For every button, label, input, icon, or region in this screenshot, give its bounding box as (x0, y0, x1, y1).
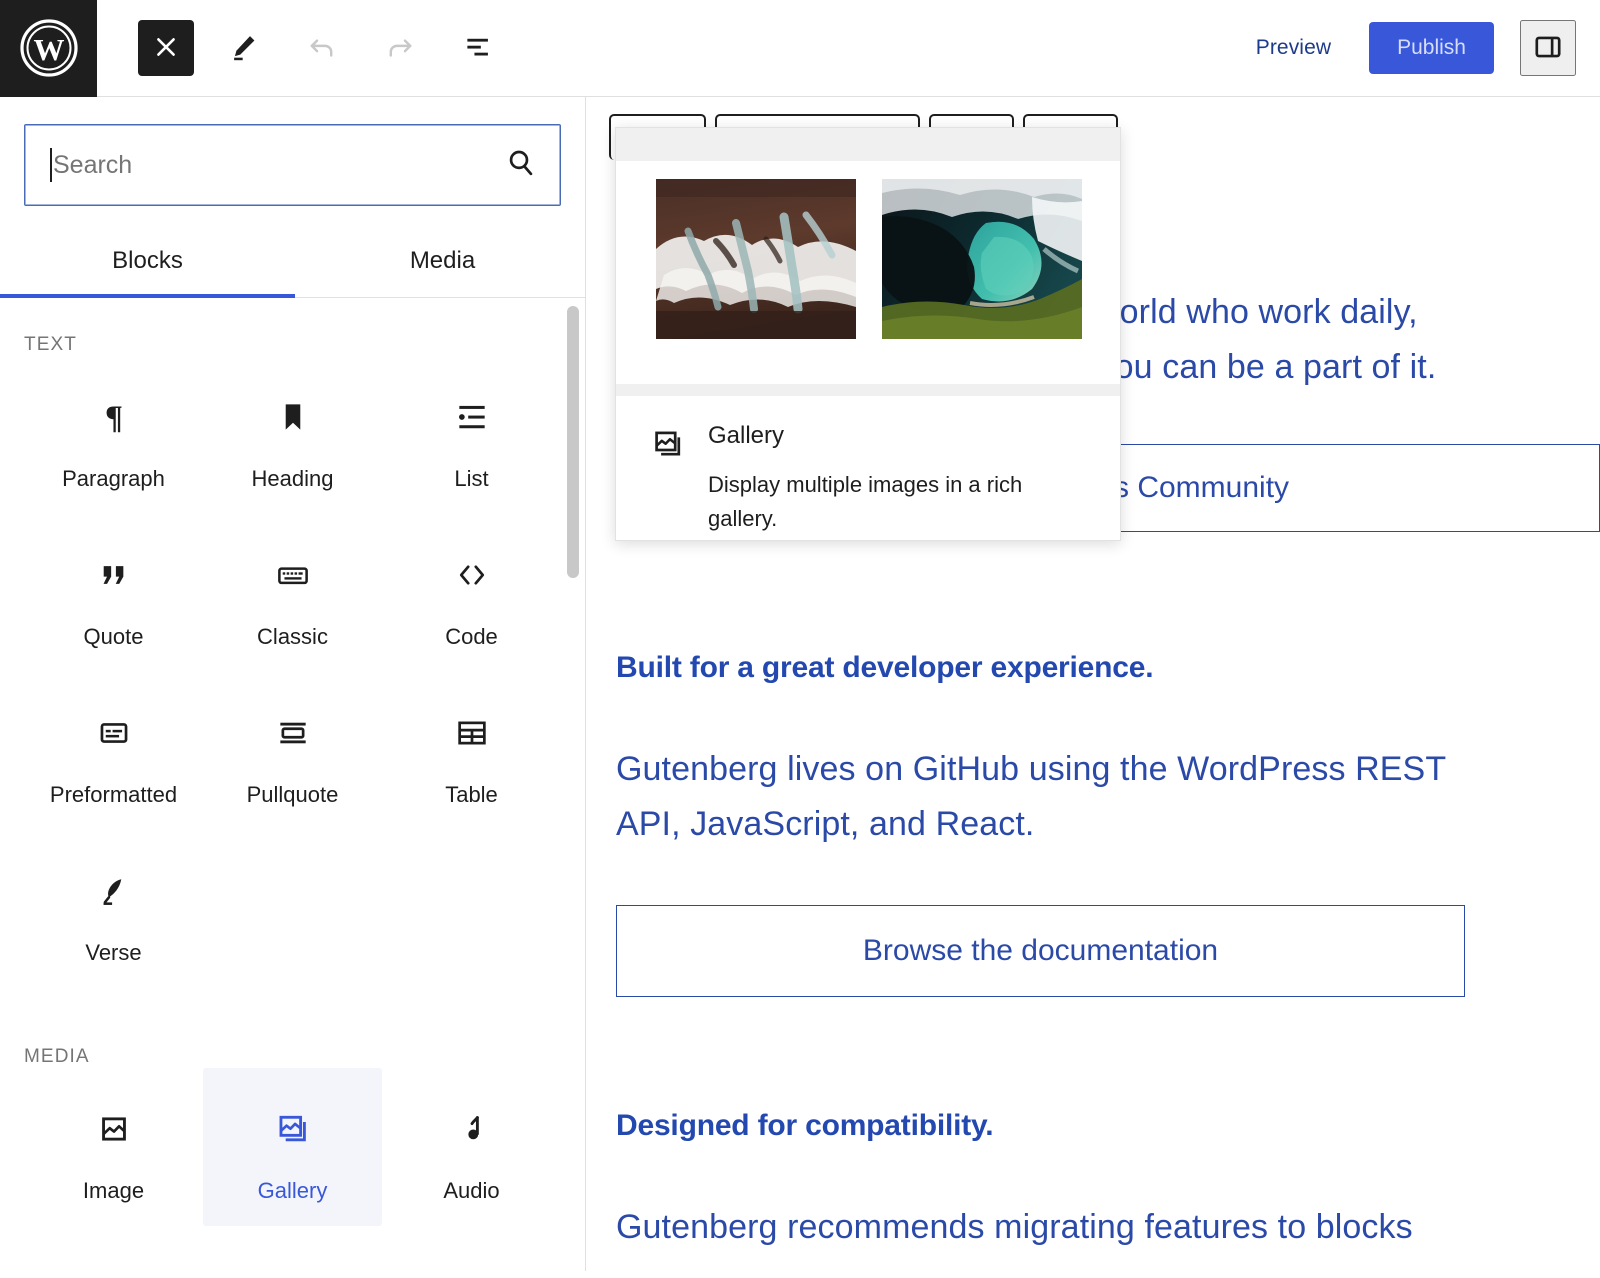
browse-documentation-button[interactable]: Browse the documentation (616, 905, 1465, 997)
block-item-label: Code (445, 624, 498, 650)
search-input[interactable]: Search (24, 124, 561, 206)
block-item-quote[interactable]: Quote (24, 514, 203, 672)
verse-feather-icon (95, 866, 133, 916)
editor-tool-group (97, 20, 506, 76)
inserter-scrollbar[interactable] (567, 298, 579, 1278)
popover-top-band (616, 128, 1120, 161)
bulleted-list-icon (453, 392, 491, 442)
svg-text:¶: ¶ (105, 399, 123, 436)
text-caret (50, 148, 52, 182)
block-grid-text: ¶ Paragraph Heading (0, 356, 585, 988)
block-item-audio[interactable]: Audio (382, 1068, 561, 1226)
sidebar-panel-icon (1532, 31, 1564, 66)
paragraph-pilcrow-icon: ¶ (95, 392, 133, 442)
close-inserter-button[interactable] (138, 20, 194, 76)
svg-text:W: W (33, 32, 64, 67)
table-grid-icon (453, 708, 491, 758)
pencil-edit-icon (228, 31, 260, 66)
section-label-media: MEDIA (0, 988, 585, 1068)
audio-note-icon (453, 1104, 491, 1154)
block-list-scroll-area: TEXT ¶ Paragraph Heading (0, 298, 585, 1278)
block-item-label: Pullquote (247, 782, 339, 808)
satellite-glacier-mountains-thumbnail (656, 179, 856, 339)
developer-body-line-2[interactable]: API, JavaScript, and React. (616, 797, 1034, 852)
community-paragraph-line-1[interactable]: world who work daily, (1095, 285, 1418, 340)
block-item-label: Paragraph (62, 466, 165, 492)
search-placeholder: Search (25, 151, 132, 180)
block-grid-media: Image Gallery (0, 1068, 585, 1226)
heading-bookmark-icon (274, 392, 312, 442)
heading-designed-compatibility[interactable]: Designed for compatibility. (616, 1109, 993, 1143)
compatibility-body-line-1[interactable]: Gutenberg recommends migrating features … (616, 1200, 1413, 1255)
image-icon (95, 1104, 133, 1154)
block-item-verse[interactable]: Verse (24, 830, 203, 988)
inserter-tabs: Blocks Media (0, 233, 585, 298)
block-item-code[interactable]: Code (382, 514, 561, 672)
gallery-icon (650, 422, 686, 536)
close-x-icon (153, 34, 179, 63)
wordpress-logo-button[interactable]: W (0, 0, 97, 97)
search-magnifier-icon (504, 146, 538, 185)
popover-block-description: Display multiple images in a rich galler… (708, 468, 1053, 536)
editor-top-bar: W (0, 0, 1600, 97)
block-item-label: Image (83, 1178, 144, 1204)
block-item-image[interactable]: Image (24, 1068, 203, 1226)
block-item-table[interactable]: Table (382, 672, 561, 830)
undo-arrow-icon (305, 30, 339, 67)
preformatted-icon (95, 708, 133, 758)
block-inserter-panel: Search Blocks Media TEXT ¶ Paragraph (0, 97, 586, 1271)
block-item-pullquote[interactable]: Pullquote (203, 672, 382, 830)
redo-arrow-icon (383, 30, 417, 67)
publish-button[interactable]: Publish (1369, 22, 1494, 74)
block-item-label: Classic (257, 624, 328, 650)
popover-info: Gallery Display multiple images in a ric… (616, 396, 1120, 536)
block-item-label: Heading (252, 466, 334, 492)
settings-sidebar-toggle-button[interactable] (1520, 20, 1576, 76)
block-item-label: Gallery (258, 1178, 328, 1204)
block-item-label: Audio (443, 1178, 499, 1204)
community-paragraph-line-2[interactable]: You can be a part of it. (1095, 340, 1436, 395)
redo-button[interactable] (372, 20, 428, 76)
top-bar-actions: Preview Publish (1234, 20, 1600, 76)
tab-blocks[interactable]: Blocks (0, 233, 295, 297)
preview-button[interactable]: Preview (1234, 24, 1353, 72)
search-area: Search (0, 97, 585, 206)
undo-button[interactable] (294, 20, 350, 76)
block-item-label: Preformatted (50, 782, 177, 808)
wordpress-logo-icon: W (17, 16, 81, 80)
quote-marks-icon (95, 550, 133, 600)
popover-block-title: Gallery (708, 422, 1053, 450)
classic-keyboard-icon (274, 550, 312, 600)
block-item-label: Table (445, 782, 498, 808)
block-item-list[interactable]: List (382, 356, 561, 514)
code-angle-brackets-icon (453, 550, 491, 600)
block-item-label: Verse (85, 940, 141, 966)
block-preview-popover: Gallery Display multiple images in a ric… (615, 127, 1121, 541)
developer-body-line-1[interactable]: Gutenberg lives on GitHub using the Word… (616, 742, 1446, 797)
popover-divider (616, 384, 1120, 396)
list-view-icon (461, 30, 495, 67)
block-item-gallery[interactable]: Gallery (203, 1068, 382, 1226)
block-item-label: List (454, 466, 488, 492)
scrollbar-thumb[interactable] (567, 306, 579, 578)
edit-mode-button[interactable] (216, 20, 272, 76)
gallery-icon (274, 1104, 312, 1154)
heading-developer-experience[interactable]: Built for a great developer experience. (616, 651, 1153, 685)
block-item-classic[interactable]: Classic (203, 514, 382, 672)
block-item-label: Quote (84, 624, 144, 650)
list-view-button[interactable] (450, 20, 506, 76)
tab-media[interactable]: Media (295, 233, 590, 297)
block-item-paragraph[interactable]: ¶ Paragraph (24, 356, 203, 514)
block-item-heading[interactable]: Heading (203, 356, 382, 514)
section-label-text: TEXT (0, 298, 585, 356)
community-button[interactable]: s Community (1095, 444, 1600, 532)
popover-thumbnails (616, 161, 1120, 384)
pullquote-icon (274, 708, 312, 758)
block-item-preformatted[interactable]: Preformatted (24, 672, 203, 830)
satellite-coastal-lagoon-thumbnail (882, 179, 1082, 339)
